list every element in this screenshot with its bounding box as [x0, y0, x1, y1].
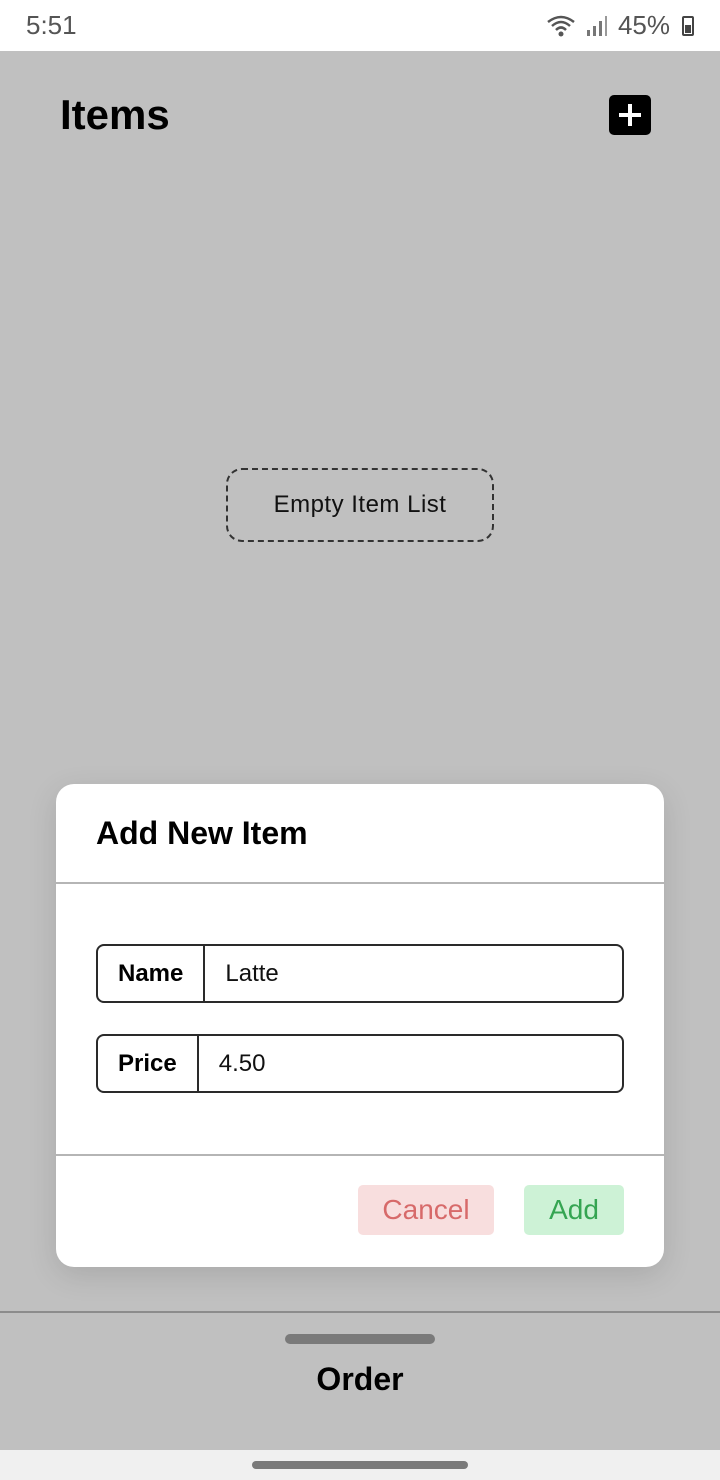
status-icons: 45%: [546, 10, 694, 41]
status-time: 5:51: [26, 10, 77, 40]
navigation-bar: [0, 1450, 720, 1480]
dialog-body: Name Price: [56, 884, 664, 1156]
status-bar: 5:51 45%: [0, 0, 720, 51]
dialog-title: Add New Item: [96, 814, 308, 851]
add-item-button[interactable]: [609, 95, 651, 135]
add-item-dialog: Add New Item Name Price Cancel Add: [56, 784, 664, 1267]
signal-icon: [586, 15, 607, 36]
empty-list-placeholder: Empty Item List: [226, 468, 494, 542]
name-label: Name: [98, 946, 206, 1001]
battery-icon: [682, 15, 694, 36]
cancel-button[interactable]: Cancel: [358, 1185, 494, 1235]
wifi-icon: [547, 15, 575, 36]
drag-handle[interactable]: [285, 1334, 435, 1344]
dialog-footer: Cancel Add: [56, 1156, 664, 1235]
add-button[interactable]: Add: [524, 1185, 624, 1235]
bottom-sheet-label: Order: [316, 1361, 404, 1397]
page-title: Items: [60, 91, 170, 138]
price-field: Price: [96, 1034, 624, 1093]
dialog-header: Add New Item: [56, 784, 664, 884]
name-input[interactable]: [205, 946, 622, 1001]
price-label: Price: [98, 1036, 199, 1091]
price-input[interactable]: [198, 1036, 622, 1091]
order-bottom-sheet[interactable]: Order: [0, 1311, 720, 1450]
name-field: Name: [96, 944, 624, 1003]
battery-percent: 45%: [617, 10, 670, 40]
plus-icon: [619, 104, 641, 126]
home-indicator[interactable]: [252, 1461, 468, 1469]
